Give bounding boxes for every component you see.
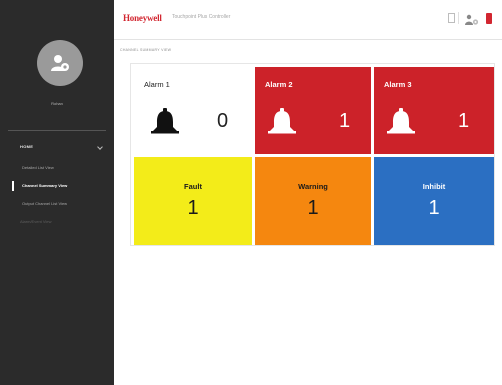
exit-icon[interactable] [486,13,492,24]
active-indicator [12,181,14,191]
tile-count: 1 [339,110,351,132]
sidebar-item-label: Detailed List View [22,165,54,170]
bell-icon [150,107,180,142]
tile-count: 1 [458,110,470,132]
tile-label: Warning [298,182,328,191]
nav-section-label: HOME [20,144,34,149]
breadcrumb: CHANNEL SUMMARY VIEW [120,48,172,52]
app-title: Touchpoint Plus Controller [172,14,231,20]
tile-count: 1 [428,197,440,219]
sidebar-item-detailed-list-view[interactable]: Detailed List View [0,161,114,175]
tile-label: Inhibit [422,182,446,191]
user-icon[interactable] [465,13,479,25]
user-avatar-icon[interactable] [37,40,83,86]
tile-label: Alarm 2 [265,80,293,89]
top-header: Honeywell Touchpoint Plus Controller [114,0,502,40]
header-divider [458,12,459,24]
sidebar-item-channel-summary-view[interactable]: Channel Summary View [0,179,114,193]
chevron-down-icon [97,144,103,150]
tile-label: Alarm 3 [384,80,412,89]
bell-icon [267,107,297,142]
tile-count: 1 [187,197,199,219]
sidebar-item-alarm-event-view[interactable]: Alarm/Event View [0,215,114,229]
tile-count: 1 [307,197,319,219]
warning-tile[interactable]: Warning 1 [255,157,371,245]
sidebar-item-label: Channel Summary View [22,183,68,188]
user-name: Rohan [51,101,63,106]
alarm-3-tile[interactable]: Alarm 3 1 [374,67,494,154]
nav-section-home[interactable]: HOME [0,140,114,154]
honeywell-logo: Honeywell [123,13,162,23]
sidebar: Rohan HOME Detailed List View Channel Su… [0,0,114,385]
inhibit-tile[interactable]: Inhibit 1 [374,157,494,245]
tile-count: 0 [217,110,229,132]
sidebar-divider [8,130,106,131]
tile-label: Fault [184,182,202,191]
sidebar-item-output-channel-list-view[interactable]: Output Channel List View [0,197,114,211]
document-icon[interactable] [448,13,455,23]
bell-icon [386,107,416,142]
tile-label: Alarm 1 [144,80,170,89]
alarm-2-tile[interactable]: Alarm 2 1 [255,67,371,154]
sidebar-item-label: Output Channel List View [22,201,68,206]
sidebar-item-label: Alarm/Event View [20,219,52,224]
alarm-1-tile[interactable]: Alarm 1 0 [134,67,252,154]
fault-tile[interactable]: Fault 1 [134,157,252,245]
